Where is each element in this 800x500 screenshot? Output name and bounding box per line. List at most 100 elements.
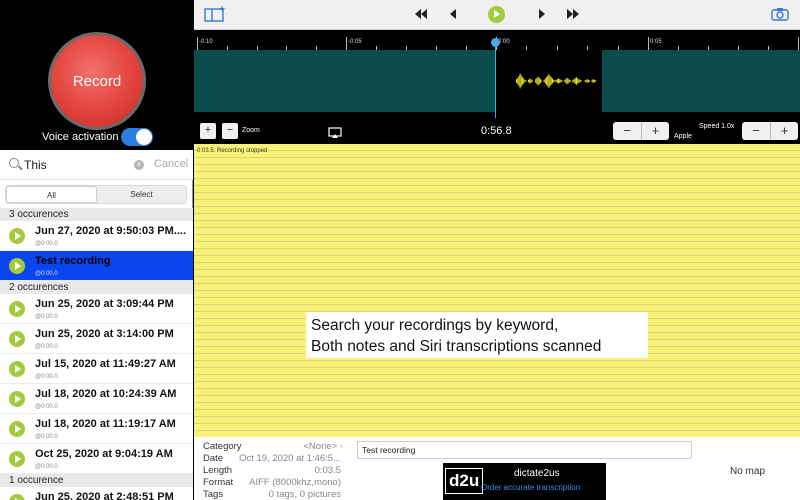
- waveform-track[interactable]: [194, 50, 800, 112]
- group-header: 1 occurence: [0, 474, 193, 487]
- callout-line-1: Search your recordings by keyword,: [311, 317, 559, 334]
- waveform-bar: [591, 79, 593, 83]
- format-label: Format: [203, 477, 234, 488]
- waveform-bar: [525, 80, 527, 82]
- recording-row[interactable]: Jun 25, 2020 at 3:14:00 PM @0:00.0: [0, 324, 193, 354]
- record-panel: Record Voice activation: [0, 30, 193, 150]
- play-icon[interactable]: [9, 228, 25, 244]
- zoom-label: Zoom: [242, 127, 260, 134]
- step-back-icon[interactable]: [449, 8, 457, 23]
- waveform-bar: [519, 73, 521, 89]
- feature-callout: Search your recordings by keyword, Both …: [306, 312, 648, 358]
- recording-row[interactable]: Test recording @0:00.0: [0, 251, 193, 281]
- waveform-bar: [566, 77, 568, 85]
- waveform-bar: [540, 79, 541, 83]
- waveform-bar: [552, 78, 553, 84]
- speed-increase-button[interactable]: +: [770, 122, 798, 140]
- waveform-bar: [573, 79, 575, 83]
- record-button-label: Record: [72, 72, 122, 90]
- recording-info: Category <None> › Date Oct 19, 2020 at 1…: [194, 437, 800, 500]
- play-icon[interactable]: [9, 494, 25, 500]
- waveform-bar: [570, 80, 571, 82]
- recording-row[interactable]: Jul 18, 2020 at 10:24:39 AM @0:00.0: [0, 384, 193, 414]
- waveform-bar: [541, 80, 543, 82]
- play-icon[interactable]: [9, 258, 25, 274]
- voice-increase-button[interactable]: +: [641, 122, 669, 140]
- voice-decrease-button[interactable]: −: [613, 122, 641, 140]
- playhead-handle[interactable]: [491, 38, 500, 47]
- segment-all[interactable]: All: [6, 186, 97, 203]
- recording-row[interactable]: Jun 25, 2020 at 3:09:44 PM @0:00.0: [0, 294, 193, 324]
- ruler-tick: [798, 37, 799, 50]
- waveform-bar: [549, 76, 551, 86]
- format-value: AIFF (8000khz,mono): [249, 477, 341, 488]
- recording-title: Jun 25, 2020 at 3:14:00 PM: [35, 328, 174, 340]
- waveform-bar: [516, 79, 517, 83]
- zoom-out-button[interactable]: −: [222, 123, 238, 139]
- toolbar: [194, 0, 800, 30]
- waveform-bar: [538, 77, 540, 85]
- category-label: Category: [203, 441, 242, 452]
- audio-waveform: [516, 73, 597, 89]
- notes-area[interactable]: 0:03.5: Recording stopped Search your re…: [194, 144, 800, 437]
- play-icon[interactable]: [9, 361, 25, 377]
- sidebar-top-bar: [0, 0, 193, 30]
- recording-offset: @0:00.0: [35, 314, 58, 320]
- play-icon[interactable]: [9, 451, 25, 467]
- d2u-order-link[interactable]: Order accurate transcription: [481, 483, 580, 492]
- recording-row[interactable]: Jun 27, 2020 at 9:50:03 PM.... @0:00.0: [0, 221, 193, 251]
- camera-icon[interactable]: [771, 7, 789, 24]
- search-input[interactable]: [24, 157, 128, 173]
- recording-list: 3 occurences Jun 27, 2020 at 9:50:03 PM..…: [0, 208, 193, 500]
- segment-select[interactable]: Select: [97, 186, 186, 203]
- waveform-bar: [565, 79, 567, 83]
- play-icon[interactable]: [9, 421, 25, 437]
- recording-title: Jul 18, 2020 at 10:24:39 AM: [35, 388, 177, 400]
- waveform-bar: [544, 78, 546, 84]
- waveform-bar: [543, 79, 545, 83]
- playhead[interactable]: [495, 40, 496, 118]
- recording-title: Test recording: [35, 255, 111, 267]
- recording-row[interactable]: Jul 18, 2020 at 11:19:17 AM @0:00.0: [0, 414, 193, 444]
- skip-forward-icon[interactable]: [566, 8, 580, 23]
- split-view-icon[interactable]: [204, 6, 228, 25]
- waveform-bar: [524, 79, 526, 83]
- clear-icon[interactable]: ×: [134, 160, 144, 170]
- cancel-button[interactable]: Cancel: [154, 158, 188, 170]
- airplay-icon[interactable]: [328, 126, 342, 144]
- tags-label: Tags: [203, 489, 224, 500]
- recording-offset: @0:00.0: [35, 271, 58, 277]
- waveform-bar: [520, 75, 522, 87]
- play-icon[interactable]: [9, 301, 25, 317]
- waveform-bar: [530, 79, 532, 83]
- ruler-tick: [346, 37, 347, 50]
- waveform-bar: [556, 79, 558, 83]
- waveform-bar: [592, 79, 594, 83]
- step-forward-icon[interactable]: [538, 8, 546, 23]
- note-status-line: 0:03.5: Recording stopped: [197, 148, 268, 154]
- category-value-text: <None>: [303, 441, 338, 452]
- play-icon[interactable]: [488, 6, 505, 23]
- title-input[interactable]: Test recording: [357, 441, 692, 459]
- play-icon[interactable]: [9, 331, 25, 347]
- sidebar: Record Voice activation × Cancel All Sel…: [0, 0, 193, 500]
- tags-value[interactable]: 0 tags, 0 pictures: [269, 489, 341, 500]
- waveform-bar: [523, 78, 525, 84]
- recording-row[interactable]: Oct 25, 2020 at 9:04:19 AM @0:00.0: [0, 444, 193, 474]
- waveform-bar: [578, 79, 580, 83]
- skip-back-icon[interactable]: [414, 8, 428, 23]
- waveform-bar: [579, 79, 581, 83]
- category-value[interactable]: <None> ›: [303, 441, 343, 452]
- zoom-in-button[interactable]: +: [200, 123, 216, 139]
- recording-row[interactable]: Jul 15, 2020 at 11:49:27 AM @0:00.0: [0, 354, 193, 384]
- recording-title: Jul 18, 2020 at 11:19:17 AM: [35, 418, 176, 430]
- play-icon[interactable]: [9, 391, 25, 407]
- voice-activation-toggle[interactable]: [121, 128, 153, 146]
- record-button[interactable]: Record: [48, 32, 146, 130]
- dictate2us-banner[interactable]: d2u dictate2us Order accurate transcript…: [443, 463, 606, 500]
- speed-decrease-button[interactable]: −: [742, 122, 770, 140]
- waveform-view[interactable]: -0:10-0:050:000:050:10: [194, 30, 800, 120]
- waveform-bar: [572, 79, 574, 83]
- recording-row[interactable]: Jun 25, 2020 at 2:48:51 PM@0:00.0: [0, 487, 193, 500]
- voice-label: Apple: [674, 133, 692, 140]
